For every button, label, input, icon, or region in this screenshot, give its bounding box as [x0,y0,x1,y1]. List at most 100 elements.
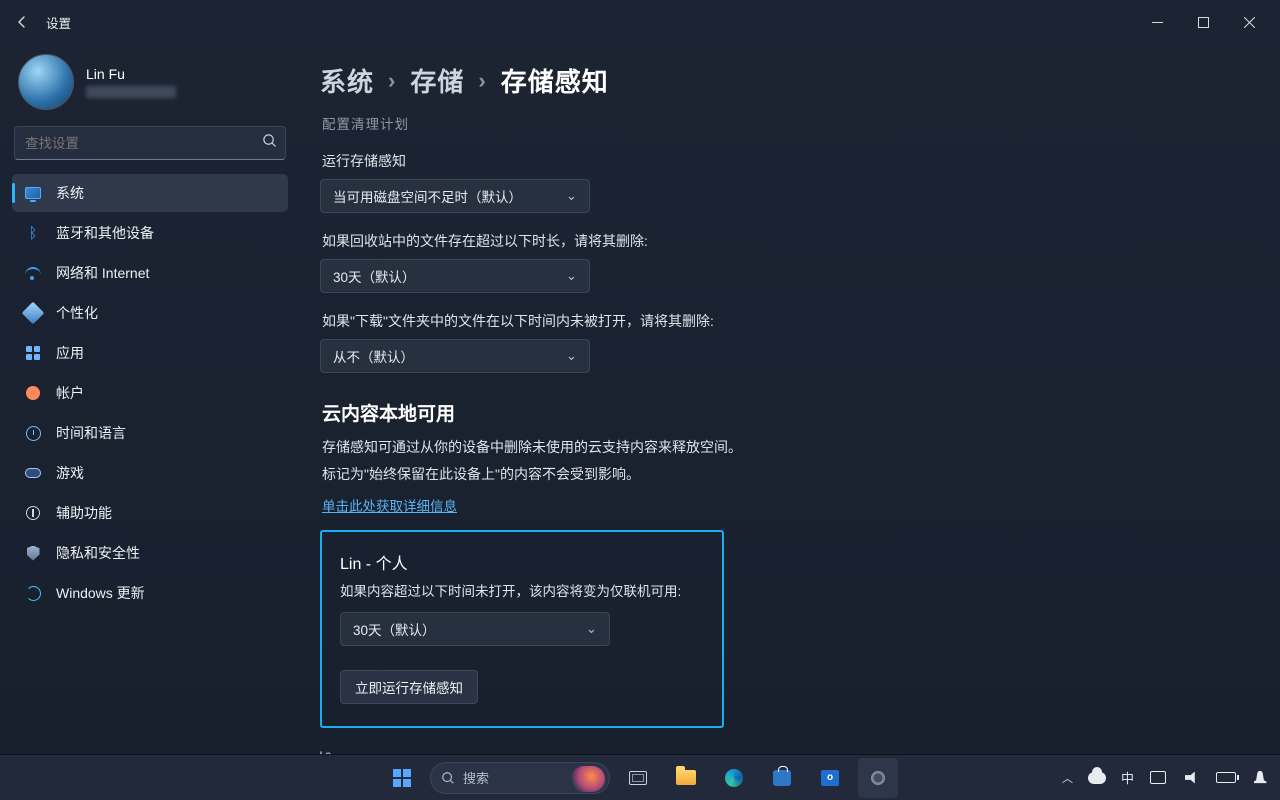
taskbar-search-label: 搜索 [463,768,489,787]
outlook-icon: o [821,770,839,786]
onedrive-tray-icon[interactable] [1087,768,1107,788]
search-input[interactable] [23,135,262,152]
nav-label: 个性化 [56,303,98,323]
nav-label: 辅助功能 [56,503,112,523]
nav-label: 时间和语言 [56,423,126,443]
settings-taskbar-button[interactable] [858,758,898,798]
ime-indicator[interactable]: 中 [1121,768,1134,787]
taskbar-search[interactable]: 搜索 [430,762,610,794]
sync-icon [24,584,42,602]
nav-label: 应用 [56,343,84,363]
close-button[interactable] [1226,7,1272,37]
store-icon [773,770,791,786]
taskbar: 搜索 o ︿ 中 [0,754,1280,800]
system-icon [24,184,42,202]
search-icon [262,133,277,153]
system-tray: ︿ 中 [1062,768,1270,788]
breadcrumb: 系统 › 存储 › 存储感知 [320,62,1240,99]
gear-icon [869,769,887,787]
select-value: 30天（默认） [353,619,436,639]
folder-icon [676,770,696,785]
card-account-name: Lin - 个人 [340,550,704,574]
game-icon [24,464,42,482]
run-now-button[interactable]: 立即运行存储感知 [340,670,478,704]
user-name: Lin Fu [86,66,176,83]
nav-list: 系统 ᛒ蓝牙和其他设备 网络和 Internet 个性化 应用 帐户 时间和语言… [12,174,288,612]
store-button[interactable] [762,758,802,798]
window-title: 设置 [46,13,71,32]
nav-network[interactable]: 网络和 Internet [12,254,288,292]
back-button[interactable] [8,8,36,36]
wifi-icon [24,264,42,282]
apps-icon [24,344,42,362]
edge-button[interactable] [714,758,754,798]
settings-search[interactable] [14,126,286,160]
edge-icon [725,769,743,787]
nav-accessibility[interactable]: 辅助功能 [12,494,288,532]
crumb-system[interactable]: 系统 [320,62,374,99]
network-tray-icon[interactable] [1148,768,1168,788]
nav-privacy[interactable]: 隐私和安全性 [12,534,288,572]
maximize-button[interactable] [1180,7,1226,37]
run-storage-sense-select[interactable]: 当可用磁盘空间不足时（默认） ⌄ [320,179,590,213]
select-value: 当可用磁盘空间不足时（默认） [333,186,522,206]
nav-windows-update[interactable]: Windows 更新 [12,574,288,612]
select-value: 从不（默认） [333,346,414,366]
tray-overflow[interactable]: ︿ [1062,770,1073,786]
volume-tray-icon[interactable] [1182,768,1202,788]
chevron-right-icon: › [478,68,486,94]
search-icon [441,771,455,785]
nav-apps[interactable]: 应用 [12,334,288,372]
nav-bluetooth[interactable]: ᛒ蓝牙和其他设备 [12,214,288,252]
crumb-storage[interactable]: 存储 [410,62,464,99]
nav-personalization[interactable]: 个性化 [12,294,288,332]
cloud-learn-more-link[interactable]: 单击此处获取详细信息 [322,495,457,515]
file-explorer-button[interactable] [666,758,706,798]
nav-label: 网络和 Internet [56,263,149,283]
run-storage-sense-label: 运行存储感知 [322,151,1240,171]
recycle-bin-label: 如果回收站中的文件存在超过以下时长，请将其删除: [322,231,1240,251]
user-profile[interactable]: Lin Fu [12,50,288,124]
nav-accounts[interactable]: 帐户 [12,374,288,412]
select-value: 30天（默认） [333,266,416,286]
card-select[interactable]: 30天（默认） ⌄ [340,612,610,646]
crumb-storage-sense: 存储感知 [501,62,609,99]
section-cutoff-heading: 配置清理计划 [322,113,1240,133]
accessibility-icon [24,504,42,522]
user-email-blurred [86,86,176,98]
shield-icon [24,544,42,562]
windows-icon [393,769,411,787]
nav-time-language[interactable]: 时间和语言 [12,414,288,452]
chevron-down-icon: ⌄ [586,621,597,637]
titlebar: 设置 [0,0,1280,44]
sidebar: Lin Fu 系统 ᛒ蓝牙和其他设备 网络和 Internet 个性化 应用 帐… [0,44,300,754]
notifications-tray-icon[interactable] [1250,768,1270,788]
button-label: 立即运行存储感知 [355,677,463,697]
user-icon [24,384,42,402]
minimize-button[interactable] [1134,7,1180,37]
nav-label: 隐私和安全性 [56,543,140,563]
nav-gaming[interactable]: 游戏 [12,454,288,492]
bluetooth-icon: ᛒ [24,224,42,242]
task-view-button[interactable] [618,758,658,798]
onedrive-card: Lin - 个人 如果内容超过以下时间未打开，该内容将变为仅联机可用: 30天（… [320,530,724,728]
search-highlight-icon [571,766,605,792]
outlook-button[interactable]: o [810,758,850,798]
battery-tray-icon[interactable] [1216,768,1236,788]
brush-icon [24,304,42,322]
nav-label: Windows 更新 [56,583,145,603]
chevron-right-icon: › [388,68,396,94]
start-button[interactable] [382,758,422,798]
cloud-desc-2: 标记为"始终保留在此设备上"的内容不会受到影响。 [322,461,1240,488]
downloads-select[interactable]: 从不（默认） ⌄ [320,339,590,373]
cloud-heading: 云内容本地可用 [322,399,1240,426]
nav-label: 帐户 [56,383,84,403]
nav-system[interactable]: 系统 [12,174,288,212]
card-sub: 如果内容超过以下时间未打开，该内容将变为仅联机可用: [340,580,704,600]
cloud-desc-1: 存储感知可通过从你的设备中删除未使用的云支持内容来释放空间。 [322,434,1240,461]
chevron-down-icon: ⌄ [566,348,577,364]
task-view-icon [629,771,647,785]
main-content: 系统 › 存储 › 存储感知 配置清理计划 运行存储感知 当可用磁盘空间不足时（… [300,44,1280,754]
chevron-down-icon: ⌄ [566,268,577,284]
recycle-bin-select[interactable]: 30天（默认） ⌄ [320,259,590,293]
